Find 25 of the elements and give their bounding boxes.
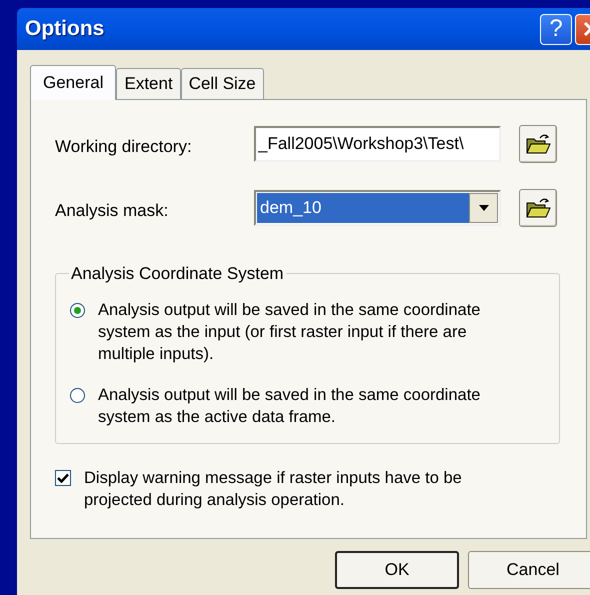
checkbox-label: Display warning message if raster inputs have to be projected during analysis operation. <box>84 468 463 511</box>
mask-dropdown[interactable]: dem_10 <box>254 190 501 226</box>
directory-field[interactable]: _Fall2005\Workshop3\Test\ <box>254 126 501 162</box>
tab[interactable]: General <box>30 65 116 100</box>
folder-icon <box>525 133 551 155</box>
folder-icon <box>525 197 551 219</box>
field-label: Working directory: <box>55 136 193 158</box>
tab[interactable]: Cell Size <box>180 68 264 99</box>
dialog-button[interactable]: OK <box>335 551 459 589</box>
window-title: Options <box>25 16 106 42</box>
browse-button[interactable] <box>519 189 557 227</box>
radio-button[interactable] <box>70 302 85 318</box>
field-label: Analysis mask: <box>55 200 170 222</box>
dropdown-value: dem_10 <box>257 193 469 223</box>
tab[interactable]: Extent <box>116 68 181 99</box>
radio-button[interactable] <box>70 388 85 402</box>
radio-label: Analysis output will be saved in the same coordinate system as the active data frame. <box>98 384 482 428</box>
group-title: Analysis Coordinate System <box>70 263 285 285</box>
check-icon <box>57 473 69 483</box>
dialog-button[interactable]: Cancel <box>468 551 590 589</box>
checkbox[interactable] <box>55 470 71 486</box>
help-button[interactable]: ? <box>540 14 572 44</box>
caret-icon <box>478 205 488 211</box>
browse-button[interactable] <box>519 125 557 163</box>
radio-label: Analysis output will be saved in the same coordinate system as the input (or first raster input if there are multiple inputs). <box>98 300 482 364</box>
